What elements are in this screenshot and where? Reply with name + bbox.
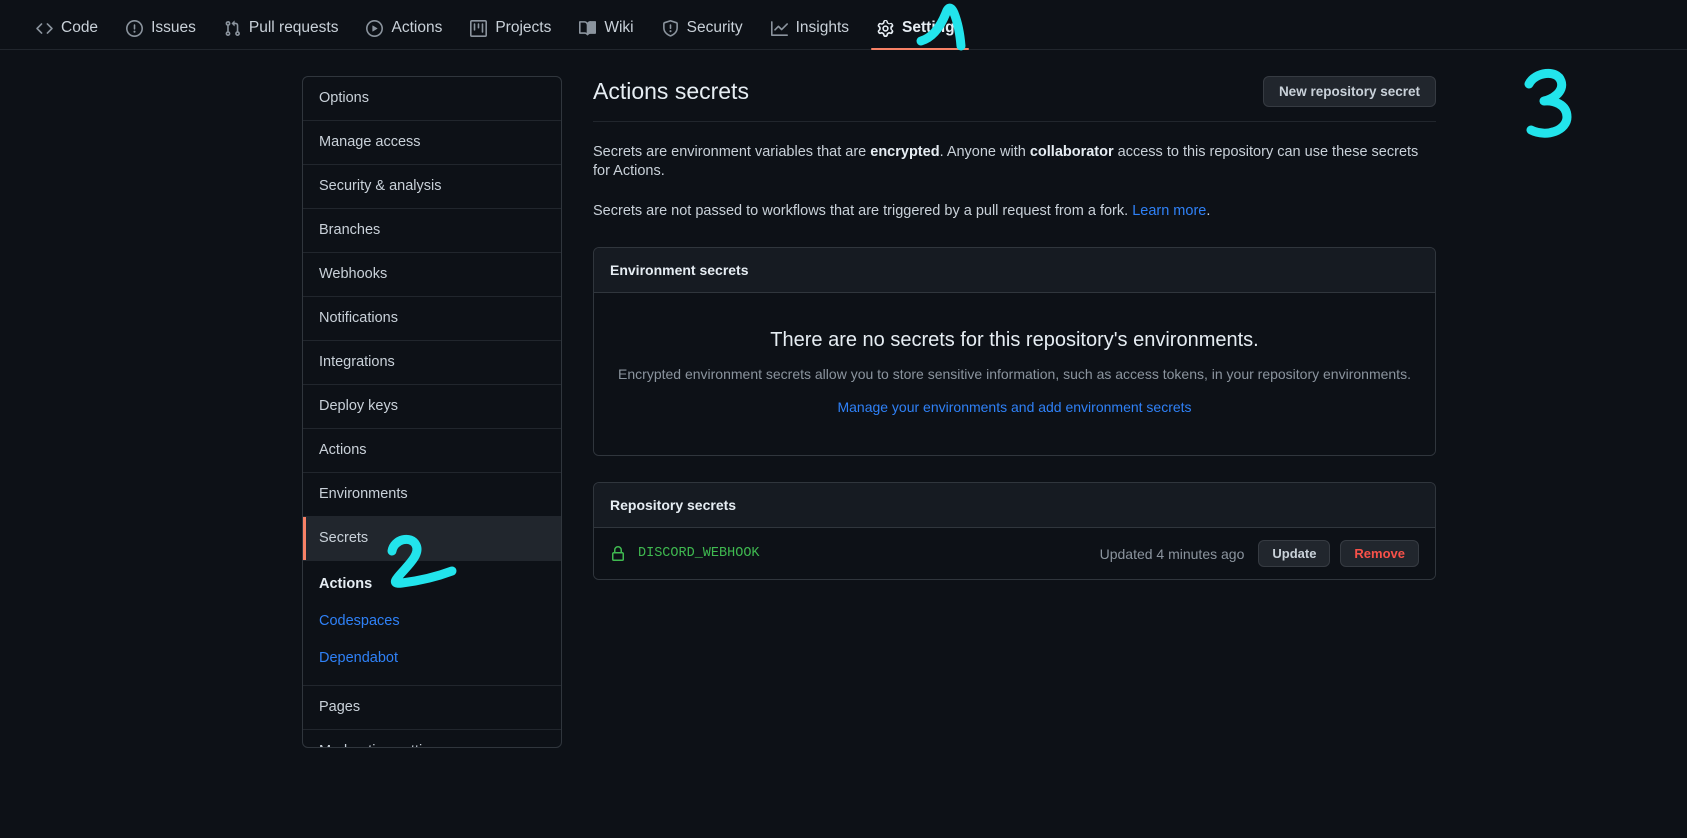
sidebar-item-label: Moderation settings (319, 743, 446, 747)
lock-icon (610, 545, 626, 562)
code-icon (36, 20, 53, 37)
sidebar-item-label: Deploy keys (319, 398, 398, 414)
settings-sidebar: Options Manage access Security & analysi… (302, 76, 562, 748)
repository-secrets-header: Repository secrets (594, 483, 1435, 528)
tab-settings[interactable]: Settings (863, 19, 977, 50)
book-icon (579, 20, 597, 37)
repository-secrets-panel: Repository secrets DISCORD_WEBHOOK Updat… (593, 482, 1436, 580)
sidebar-subitem-label: Dependabot (319, 650, 399, 666)
sidebar-item-label: Integrations (319, 354, 395, 370)
sidebar-item-label: Branches (319, 222, 381, 238)
intro-text-1b: . Anyone with (939, 144, 1030, 160)
tab-code[interactable]: Code (22, 19, 112, 49)
learn-more-link[interactable]: Learn more (1132, 203, 1206, 219)
sidebar-item-secrets[interactable]: Secrets (303, 517, 561, 561)
tab-security-label: Security (686, 19, 743, 36)
sidebar-item-moderation-settings[interactable]: Moderation settings (303, 730, 561, 747)
graph-icon (770, 20, 788, 37)
sidebar-item-options[interactable]: Options (303, 77, 561, 121)
sidebar-item-label: Options (319, 90, 369, 106)
project-board-icon (470, 19, 488, 37)
sidebar-item-security-analysis[interactable]: Security & analysis (303, 165, 561, 209)
sidebar-item-label: Manage access (319, 134, 421, 150)
environment-secrets-empty-title: There are no secrets for this repository… (770, 329, 1259, 351)
sidebar-item-manage-access[interactable]: Manage access (303, 121, 561, 165)
sidebar-subitem-actions: Actions (303, 561, 561, 603)
intro-paragraph-1: Secrets are environment variables that a… (593, 143, 1436, 181)
environment-secrets-header: Environment secrets (594, 248, 1435, 293)
intro-bold-collaborator: collaborator (1029, 144, 1114, 160)
sidebar-subitem-label: Actions (319, 576, 373, 592)
sidebar-secrets-subgroup: Actions Codespaces Dependabot (303, 561, 561, 686)
tab-wiki-label: Wiki (604, 19, 634, 36)
page-title: Actions secrets (593, 78, 749, 104)
repo-nav: Code Issues Pull requests Actions Projec… (0, 0, 1687, 50)
tab-insights[interactable]: Insights (757, 19, 863, 49)
sidebar-item-environments[interactable]: Environments (303, 473, 561, 517)
sidebar-item-label: Secrets (319, 530, 369, 546)
main-content: Actions secrets New repository secret Se… (593, 76, 1436, 748)
sidebar-item-label: Security & analysis (319, 178, 442, 194)
intro-text-1a: Secrets are environment variables that a… (593, 144, 871, 160)
environment-secrets-empty-description: Encrypted environment secrets allow you … (618, 366, 1411, 382)
tab-issues-label: Issues (151, 19, 196, 36)
sidebar-item-notifications[interactable]: Notifications (303, 297, 561, 341)
sidebar-item-label: Environments (319, 486, 408, 502)
sidebar-item-deploy-keys[interactable]: Deploy keys (303, 385, 561, 429)
main-header: Actions secrets New repository secret (593, 76, 1436, 122)
sidebar-subitem-label: Codespaces (319, 613, 400, 629)
sidebar-item-label: Pages (319, 699, 361, 715)
manage-environments-link[interactable]: Manage your environments and add environ… (614, 399, 1415, 415)
sidebar-item-integrations[interactable]: Integrations (303, 341, 561, 385)
sidebar-item-actions[interactable]: Actions (303, 429, 561, 473)
update-secret-button[interactable]: Update (1258, 540, 1331, 567)
secret-name-link[interactable]: DISCORD_WEBHOOK (638, 546, 1100, 561)
sidebar-subitem-dependabot[interactable]: Dependabot (303, 640, 561, 677)
secret-updated-timestamp: Updated 4 minutes ago (1099, 545, 1245, 562)
tab-insights-label: Insights (795, 19, 850, 36)
repository-secrets-body: DISCORD_WEBHOOK Updated 4 minutes ago Up… (594, 528, 1435, 579)
sidebar-item-label: Webhooks (319, 266, 388, 282)
tab-projects[interactable]: Projects (456, 19, 565, 49)
tab-actions-label: Actions (391, 19, 443, 36)
environment-secrets-body: There are no secrets for this repository… (594, 293, 1435, 455)
intro-paragraph-2: Secrets are not passed to workflows that… (593, 202, 1436, 221)
tab-pull-requests-label: Pull requests (248, 19, 339, 36)
tab-actions[interactable]: Actions (352, 19, 456, 49)
sidebar-item-label: Notifications (319, 310, 398, 326)
intro-bold-encrypted: encrypted (870, 144, 940, 160)
intro-text-2: Secrets are not passed to workflows that… (593, 203, 1133, 219)
play-circle-icon (366, 19, 384, 37)
secret-row-actions: Update Remove (1258, 540, 1419, 567)
intro-text-2-suffix: . (1206, 203, 1211, 219)
sidebar-item-branches[interactable]: Branches (303, 209, 561, 253)
new-repository-secret-button[interactable]: New repository secret (1262, 76, 1436, 107)
tab-issues[interactable]: Issues (112, 19, 210, 49)
tab-projects-label: Projects (495, 19, 552, 36)
table-row: DISCORD_WEBHOOK Updated 4 minutes ago Up… (594, 528, 1435, 579)
tab-security[interactable]: Security (648, 19, 757, 49)
sidebar-item-pages[interactable]: Pages (303, 686, 561, 730)
environment-secrets-blankslate: There are no secrets for this repository… (594, 293, 1435, 455)
sidebar-item-label: Actions (319, 442, 367, 458)
tab-code-label: Code (61, 19, 99, 36)
sidebar-subitem-codespaces[interactable]: Codespaces (303, 603, 561, 640)
sidebar-item-webhooks[interactable]: Webhooks (303, 253, 561, 297)
tab-settings-label: Settings (902, 19, 964, 36)
issue-opened-icon (126, 19, 144, 37)
remove-secret-button[interactable]: Remove (1340, 540, 1419, 567)
gear-icon (877, 19, 894, 37)
shield-icon (662, 19, 679, 37)
page-body: Options Manage access Security & analysi… (0, 50, 1687, 748)
environment-secrets-panel: Environment secrets There are no secrets… (593, 247, 1436, 456)
tab-wiki[interactable]: Wiki (565, 19, 647, 49)
git-pull-request-icon (224, 20, 241, 37)
tab-pull-requests[interactable]: Pull requests (210, 19, 353, 49)
